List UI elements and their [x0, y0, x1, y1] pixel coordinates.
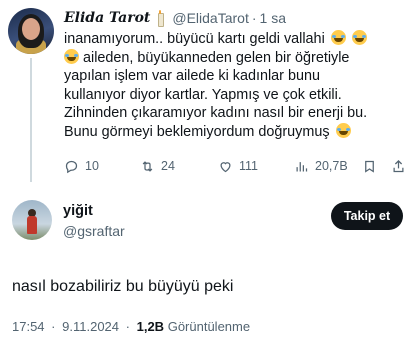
main-handle[interactable]: @gsraftar: [63, 223, 125, 239]
share-icon: [393, 159, 404, 172]
meta-separator: ·: [125, 319, 130, 334]
yigit-avatar[interactable]: [12, 200, 52, 240]
header-separator: ·: [251, 10, 257, 26]
reply-tweet-text: inanamıyorum.. büyücü kartı geldi vallah…: [64, 30, 414, 142]
like-button[interactable]: 111: [218, 156, 258, 176]
bookmark-button[interactable]: [362, 156, 383, 176]
laughing-emoji-icon: [64, 48, 79, 64]
elida-tarot-avatar[interactable]: [8, 8, 54, 54]
follow-button[interactable]: Takip et: [331, 202, 403, 230]
bookmark-icon: [365, 160, 374, 173]
tweet-views-count: 1,2B: [136, 319, 165, 334]
tweet-views-label: Görüntülenme: [167, 319, 251, 334]
reply-display-name[interactable]: Elida Tarot: [64, 10, 150, 26]
tweet-meta: 17:54 · 9.11.2024 · 1,2B Görüntülenme: [12, 319, 250, 334]
main-tweet-text: nasıl bozabiliriz bu büyüyü peki: [12, 278, 234, 295]
laughing-emoji-icon: [335, 122, 351, 138]
heart-icon: [220, 161, 231, 172]
views-count: 20,7B: [315, 159, 348, 173]
laughing-emoji-icon: [330, 30, 346, 45]
views-icon: [296, 161, 308, 171]
meta-separator: ·: [51, 319, 56, 334]
laughing-emoji-icon: [351, 30, 367, 45]
candle-emoji-icon: [154, 10, 166, 27]
main-display-name[interactable]: yiğit: [63, 203, 93, 219]
repost-icon: [142, 160, 153, 172]
reply-handle[interactable]: @ElidaTarot: [172, 10, 248, 26]
reply-action-bar: 10 24 111 20,7B: [64, 156, 414, 176]
tweet-date[interactable]: 9.11.2024: [62, 319, 119, 334]
reply-line-1: inanamıyorum.. büyücü kartı geldi vallah…: [64, 31, 325, 47]
reply-icon: [65, 160, 78, 173]
reply-count: 10: [85, 159, 99, 173]
reply-line-4: kullanıyor diyor kartlar. Yapmış ve çok …: [64, 86, 342, 103]
main-tweet[interactable]: yiğit @gsraftar Takip et nasıl bozabilir…: [0, 186, 418, 350]
repost-button[interactable]: 24: [140, 156, 175, 176]
like-count: 111: [239, 159, 259, 173]
reply-header: Elida Tarot @ElidaTarot · 1 sa: [64, 8, 286, 28]
reply-button[interactable]: 10: [64, 156, 99, 176]
repost-count: 24: [161, 159, 175, 173]
reply-tweet[interactable]: Elida Tarot @ElidaTarot · 1 sa inanamıyo…: [0, 0, 418, 186]
share-button[interactable]: [391, 156, 412, 176]
thread-connector-line: [30, 58, 32, 182]
tweet-time[interactable]: 17:54: [12, 319, 45, 334]
reply-line-2: aileden, büyükanneden gelen bir öğretiyl…: [83, 49, 350, 66]
reply-line-3: yapılan işlem var ailede ki kadınlar bun…: [64, 68, 320, 85]
reply-timestamp[interactable]: 1 sa: [260, 10, 286, 26]
reply-line-6: Bunu görmeyi beklemiyordum doğruymuş: [64, 123, 330, 140]
views-button[interactable]: 20,7B: [294, 156, 348, 176]
reply-line-5: Zihninden çıkaramıyor kadını nasıl bir e…: [64, 105, 368, 122]
